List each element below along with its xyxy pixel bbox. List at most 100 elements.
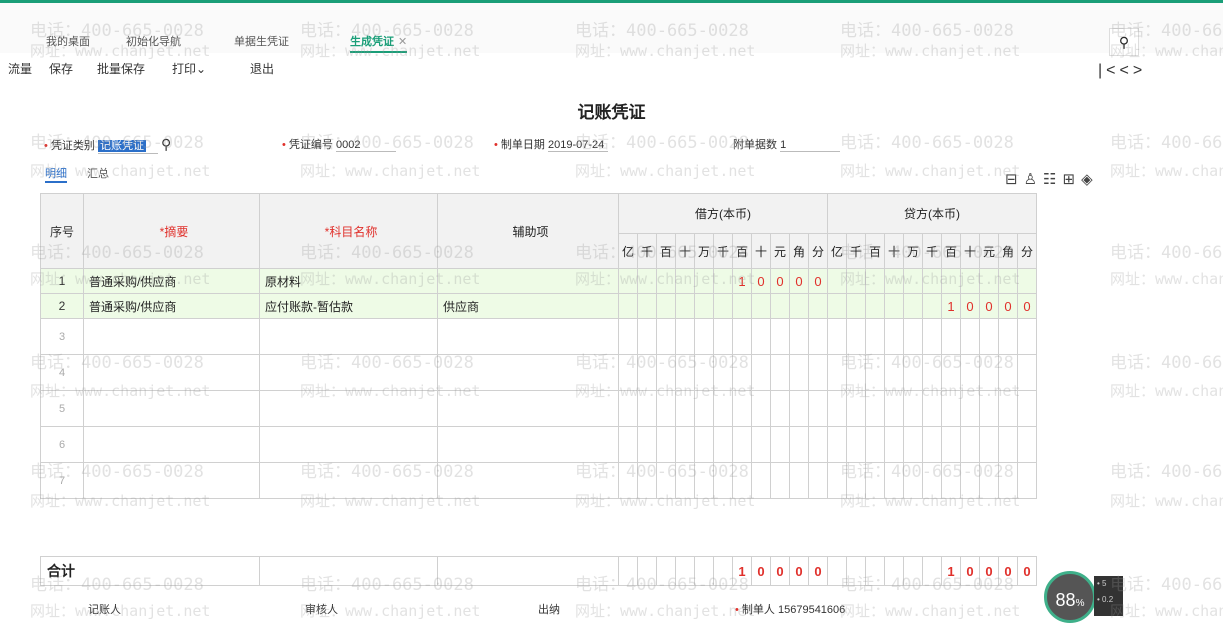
- amount-digit: [618, 426, 638, 463]
- amount-digit: [922, 293, 942, 319]
- row-aux[interactable]: [437, 268, 619, 294]
- row-aux[interactable]: [437, 390, 619, 427]
- row-summary[interactable]: [83, 390, 260, 427]
- row-account[interactable]: [259, 462, 438, 499]
- tab-summary[interactable]: 汇总: [87, 165, 109, 181]
- calendar-icon[interactable]: ⊟: [1005, 171, 1024, 188]
- amount-digit: [713, 390, 733, 427]
- table-row[interactable]: 4: [40, 354, 1037, 391]
- date-value[interactable]: 2019-07-24: [547, 139, 608, 152]
- amount-digit: [637, 293, 657, 319]
- first-icon[interactable]: |<: [1098, 62, 1120, 79]
- amount-digit: [903, 268, 923, 294]
- settings-icon[interactable]: ◈: [1081, 171, 1099, 188]
- table-row[interactable]: 1 普通采购/供应商 原材料 1 0 0 0 0: [40, 268, 1037, 294]
- digit-header: 百: [941, 233, 961, 269]
- row-seq[interactable]: 4: [40, 354, 84, 391]
- row-seq[interactable]: 7: [40, 462, 84, 499]
- num-value[interactable]: 0002: [335, 139, 396, 152]
- amount-digit: [884, 556, 904, 586]
- type-value[interactable]: 记账凭证: [97, 140, 146, 152]
- amount-digit: [922, 354, 942, 391]
- row-summary[interactable]: 普通采购/供应商: [83, 268, 260, 294]
- table-row[interactable]: 6: [40, 426, 1037, 463]
- table-row[interactable]: 7: [40, 462, 1037, 499]
- amount-digit: [960, 426, 980, 463]
- watermark-site: 网址：www.chanjet.net: [575, 162, 756, 180]
- search-icon[interactable]: ⚲: [161, 136, 171, 152]
- amount-digit: [1017, 268, 1037, 294]
- tab-desktop[interactable]: 我的桌面: [46, 33, 90, 49]
- attach-field[interactable]: 附单据数 1: [733, 136, 841, 152]
- amount-digit: 0: [808, 268, 828, 294]
- amount-digit: [846, 462, 866, 499]
- prev-icon[interactable]: <: [1120, 62, 1133, 79]
- amount-digit: [618, 293, 638, 319]
- amount-digit: [713, 354, 733, 391]
- row-account[interactable]: [259, 318, 438, 355]
- tab-generate-voucher[interactable]: 生成凭证 ✕: [350, 33, 408, 53]
- row-aux[interactable]: [437, 426, 619, 463]
- amount-digit: [1017, 390, 1037, 427]
- voucher-number-field[interactable]: • 凭证编号 0002: [282, 136, 396, 152]
- table-row[interactable]: 5: [40, 390, 1037, 427]
- watermark-phone: 电话：400-665-0028: [1110, 462, 1223, 482]
- watermark-phone: 电话：400-665-0028: [1110, 575, 1223, 595]
- list-icon[interactable]: ☷: [1043, 171, 1062, 188]
- tab-init-nav[interactable]: 初始化导航: [126, 33, 181, 49]
- amount-digit: 0: [770, 556, 790, 586]
- exit-button[interactable]: 退出: [250, 60, 274, 77]
- amount-digit: [656, 293, 676, 319]
- amount-digit: [865, 268, 885, 294]
- row-summary[interactable]: [83, 318, 260, 355]
- print-button[interactable]: 打印⌄: [172, 60, 206, 77]
- row-aux[interactable]: [437, 318, 619, 355]
- table-row[interactable]: 2 普通采购/供应商 应付账款-暂估款 供应商 1 0 0 0 0: [40, 293, 1037, 319]
- row-aux[interactable]: [437, 354, 619, 391]
- search-button[interactable]: ⚲: [1109, 28, 1139, 56]
- row-account[interactable]: [259, 354, 438, 391]
- row-account[interactable]: 应付账款-暂估款: [259, 293, 438, 319]
- amount-digit: [675, 354, 695, 391]
- voucher-type-field[interactable]: • 凭证类别 记账凭证 ⚲: [44, 136, 171, 154]
- amount-digit: [789, 318, 809, 355]
- table-row[interactable]: 3: [40, 318, 1037, 355]
- row-account[interactable]: 原材料: [259, 268, 438, 294]
- print-label: 打印: [172, 62, 197, 76]
- row-summary[interactable]: [83, 462, 260, 499]
- amount-digit: [941, 462, 961, 499]
- amount-digit: 0: [998, 556, 1018, 586]
- row-seq[interactable]: 1: [40, 268, 84, 294]
- close-icon[interactable]: ✕: [398, 36, 407, 48]
- amount-digit: [1017, 426, 1037, 463]
- batch-save-button[interactable]: 批量保存: [97, 60, 145, 77]
- save-button[interactable]: 保存: [49, 60, 73, 77]
- flow-button[interactable]: 流量: [8, 60, 32, 77]
- row-account[interactable]: [259, 426, 438, 463]
- tab-doc-to-voucher[interactable]: 单据生凭证: [234, 33, 289, 49]
- amount-digit: [941, 390, 961, 427]
- row-account[interactable]: [259, 390, 438, 427]
- amount-digit: [998, 318, 1018, 355]
- progress-badge[interactable]: 88%: [1044, 571, 1096, 623]
- amount-digit: [675, 390, 695, 427]
- row-summary[interactable]: 普通采购/供应商: [83, 293, 260, 319]
- amount-digit: [751, 426, 771, 463]
- type-label: 凭证类别: [50, 140, 95, 152]
- stamp-icon[interactable]: ♙: [1024, 171, 1043, 188]
- amount-digit: [637, 354, 657, 391]
- row-seq[interactable]: 5: [40, 390, 84, 427]
- row-aux[interactable]: 供应商: [437, 293, 619, 319]
- row-summary[interactable]: [83, 354, 260, 391]
- row-seq[interactable]: 6: [40, 426, 84, 463]
- layout-icon[interactable]: ⊞: [1062, 171, 1081, 188]
- row-seq[interactable]: 3: [40, 318, 84, 355]
- attach-value[interactable]: 1: [780, 139, 841, 152]
- row-aux[interactable]: [437, 462, 619, 499]
- row-seq[interactable]: 2: [40, 293, 84, 319]
- amount-digit: [903, 354, 923, 391]
- date-field[interactable]: • 制单日期 2019-07-24: [494, 136, 608, 152]
- tab-detail[interactable]: 明细: [45, 165, 67, 183]
- next-icon[interactable]: >: [1133, 62, 1146, 79]
- row-summary[interactable]: [83, 426, 260, 463]
